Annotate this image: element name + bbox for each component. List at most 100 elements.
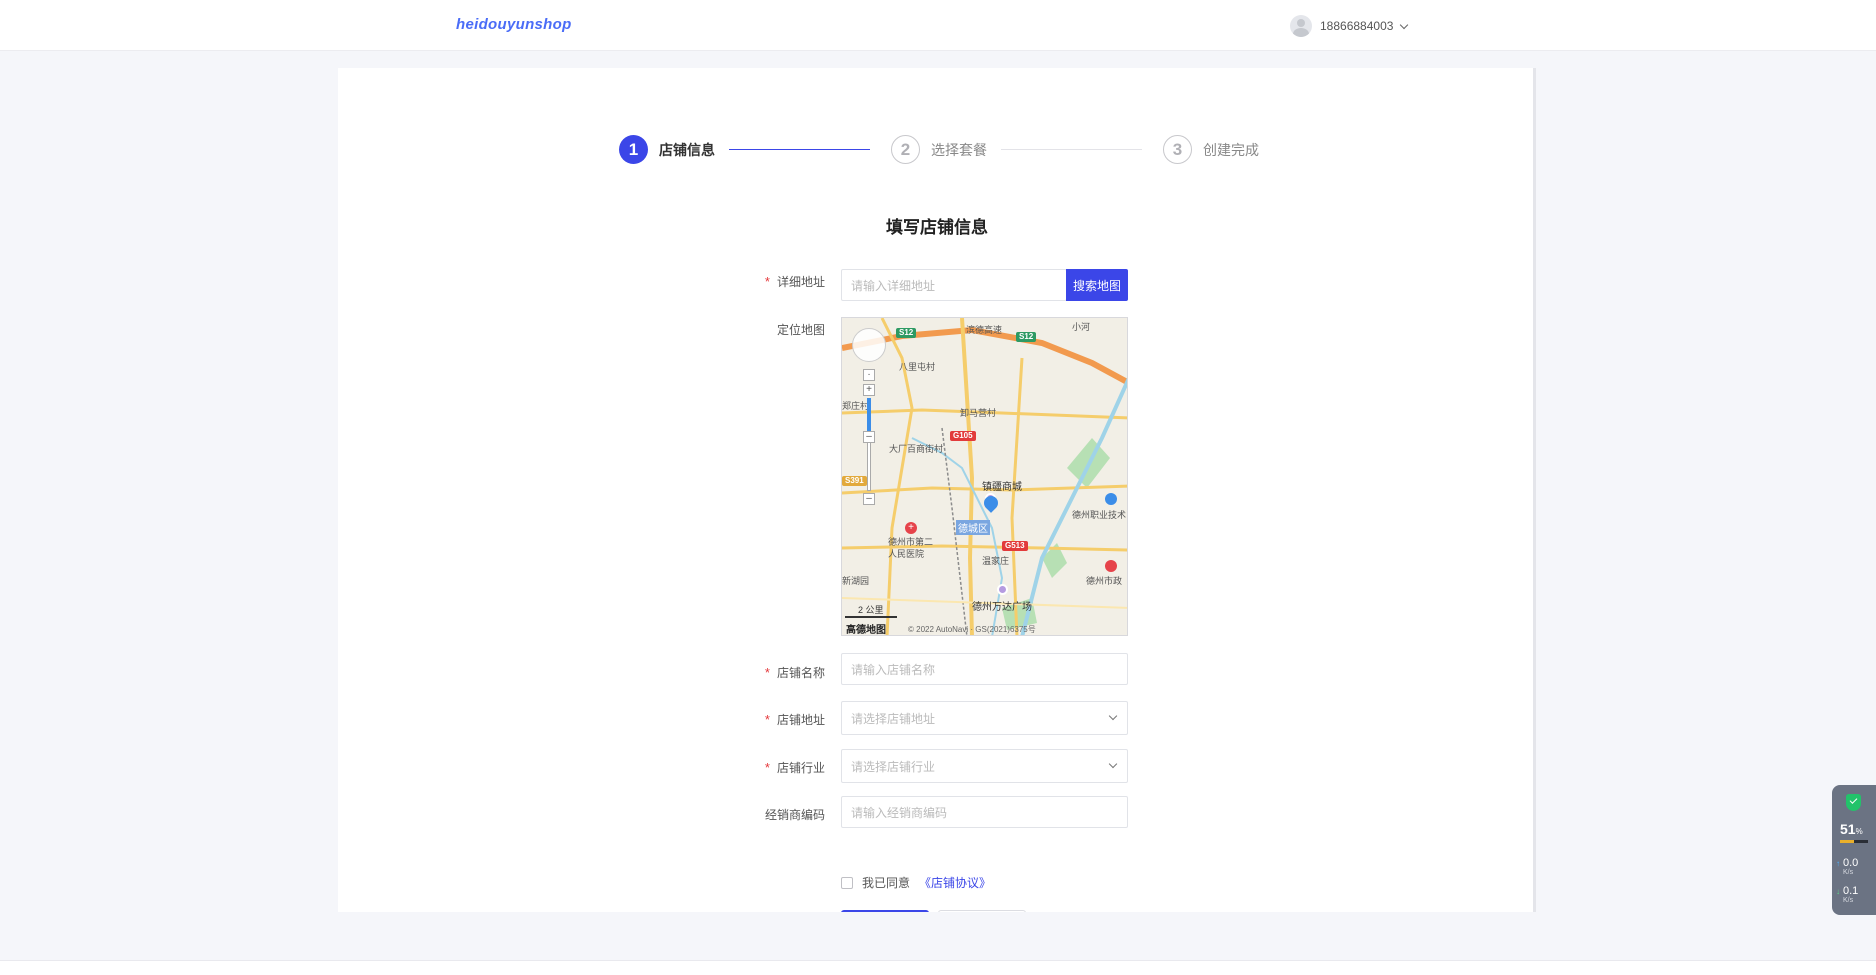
step-connector-1 (729, 149, 870, 150)
zoom-reset-button[interactable]: · (863, 369, 875, 381)
address-label: * 详细地址 (695, 273, 825, 290)
bottom-bar (0, 960, 1876, 975)
step-2: 2 选择套餐 (891, 135, 987, 164)
user-phone: 18866884003 (1320, 19, 1394, 33)
plaza-poi-icon (997, 584, 1008, 595)
map-label-hospital: 德州市第二人民医院 (888, 537, 934, 559)
zoom-slider-handle[interactable]: – (863, 431, 875, 443)
map-scale-label: 2 公里 (858, 605, 884, 615)
memory-percent-unit: % (1855, 827, 1863, 836)
shop-address-label: * 店铺地址 (695, 711, 825, 728)
map-scale-bar (845, 616, 897, 618)
memory-bar (1840, 840, 1868, 843)
map-label-dahuo: 大厂百商街村 (889, 444, 944, 454)
download-speed-value: 0.1 (1843, 885, 1859, 897)
shop-info-card: 1 店铺信息 2 选择套餐 3 创建完成 填写店铺信息 * 详细地址 请输入详细地… (338, 68, 1536, 912)
map-label-gov: 德州市政 (1086, 576, 1123, 586)
memory-bar-fill (1840, 840, 1855, 843)
avatar-icon (1290, 15, 1312, 37)
shop-name-label-text: 店铺名称 (776, 666, 825, 680)
shop-name-placeholder: 请输入店铺名称 (851, 662, 936, 677)
form-title: 填写店铺信息 (886, 218, 988, 237)
step-1-number: 1 (619, 135, 648, 164)
map-label-wenjiazhuang: 温家庄 (982, 556, 1010, 566)
agreement-row: 我已同意 《店铺协议》 (841, 874, 991, 891)
agreement-text: 我已同意 (862, 876, 911, 890)
map-label-bali: 八里屯村 (899, 362, 936, 372)
shop-address-select[interactable]: 请选择店铺地址 (841, 701, 1128, 735)
amap-logo: 高德地图 (846, 625, 886, 636)
download-speed: ↓ 0.1 K/s (1836, 885, 1858, 904)
dealer-code-input[interactable]: 请输入经销商编码 (841, 796, 1128, 828)
chevron-down-icon (1400, 20, 1409, 29)
location-map[interactable]: S12 S12 G105 S391 G513 滨德高速 小河 八里屯村 卸马营村… (841, 317, 1128, 636)
shop-address-label-text: 店铺地址 (776, 713, 825, 727)
top-bar: heidouyunshop 18866884003 (0, 0, 1876, 51)
required-mark: * (764, 712, 770, 727)
map-zoom-control[interactable]: · + – – (852, 328, 888, 528)
zoom-out-button[interactable]: – (863, 493, 875, 505)
shop-industry-label: * 店铺行业 (695, 759, 825, 776)
road-tag-g105: G105 (950, 431, 976, 441)
map-label-bianying: 卸马营村 (960, 408, 997, 418)
step-2-number: 2 (891, 135, 920, 164)
network-monitor-widget[interactable]: 51% ↑ 0.0 K/s ↓ 0.1 K/s (1832, 785, 1876, 915)
shop-industry-select[interactable]: 请选择店铺行业 (841, 749, 1128, 783)
map-label-xiaohe: 小河 (1072, 322, 1091, 332)
step-3-label: 创建完成 (1203, 141, 1259, 158)
map-label-decheng: 德城区 (956, 520, 990, 535)
required-mark: * (764, 274, 770, 289)
upload-speed-unit: K/s (1843, 869, 1854, 876)
memory-percent: 51% (1840, 821, 1863, 837)
school-poi-icon (1105, 493, 1117, 505)
chevron-down-icon (1108, 759, 1118, 769)
shop-industry-placeholder: 请选择店铺行业 (851, 759, 936, 774)
compass-icon[interactable] (852, 328, 886, 362)
download-arrow-icon: ↓ (1836, 887, 1840, 896)
shop-address-placeholder: 请选择店铺地址 (851, 711, 936, 726)
step-2-label: 选择套餐 (931, 141, 987, 158)
user-menu[interactable]: 18866884003 (1290, 15, 1409, 37)
shop-name-label: * 店铺名称 (695, 664, 825, 681)
map-label-south-edge: 新湖园 (842, 576, 870, 586)
step-connector-2 (1001, 149, 1142, 150)
step-1: 1 店铺信息 (619, 135, 715, 164)
shop-agreement-link[interactable]: 《店铺协议》 (919, 874, 991, 891)
shop-industry-label-text: 店铺行业 (776, 761, 825, 775)
required-mark: * (764, 665, 770, 680)
map-copyright: © 2022 AutoNavi · GS(2021)6375号 (908, 625, 1036, 634)
hospital-poi-icon: + (905, 522, 917, 534)
dealer-code-placeholder: 请输入经销商编码 (851, 805, 948, 820)
next-step-button[interactable] (841, 910, 929, 912)
map-label-wanda: 德州万达广场 (972, 602, 1032, 613)
address-placeholder: 请输入详细地址 (851, 278, 936, 293)
road-tag-s12-west: S12 (896, 328, 917, 338)
chevron-down-icon (1108, 711, 1118, 721)
memory-percent-value: 51 (1840, 821, 1856, 837)
step-3: 3 创建完成 (1163, 135, 1259, 164)
shield-icon (1846, 794, 1861, 811)
download-speed-unit: K/s (1843, 897, 1854, 904)
search-map-button[interactable]: 搜索地图 (1066, 269, 1128, 301)
step-3-number: 3 (1163, 135, 1192, 164)
agreement-checkbox[interactable] (841, 876, 853, 889)
road-tag-s12-east: S12 (1016, 332, 1037, 342)
map-label-vocational: 德州职业技术 (1072, 510, 1127, 520)
address-label-text: 详细地址 (776, 275, 825, 289)
required-mark: * (764, 760, 770, 775)
step-1-label: 店铺信息 (659, 141, 715, 158)
zoom-in-button[interactable]: + (863, 384, 875, 396)
address-input[interactable]: 请输入详细地址 (841, 269, 1067, 301)
shop-name-input[interactable]: 请输入店铺名称 (841, 653, 1128, 685)
dealer-code-label: 经销商编码 (764, 808, 825, 822)
map-label-binde: 滨德高速 (966, 325, 1003, 335)
road-tag-g513: G513 (1002, 541, 1028, 551)
cancel-button[interactable] (938, 910, 1026, 912)
upload-speed-value: 0.0 (1843, 857, 1859, 869)
brand-logo[interactable]: heidouyunshop (456, 16, 572, 33)
map-label: 定位地图 (776, 323, 825, 337)
upload-arrow-icon: ↑ (1836, 859, 1840, 868)
map-label-zhenqing: 镇疆商城 (982, 482, 1022, 493)
upload-speed: ↑ 0.0 K/s (1836, 857, 1858, 876)
gov-poi-icon (1105, 560, 1117, 572)
